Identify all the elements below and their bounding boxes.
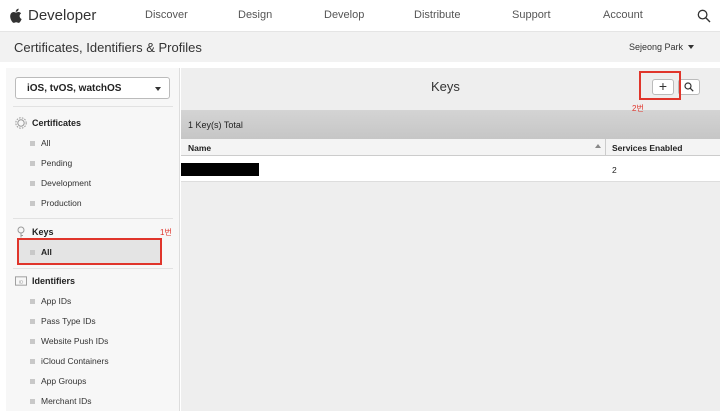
annotation-box-step1	[17, 238, 162, 265]
page-header: Certificates, Identifiers & Profiles Sej…	[0, 32, 720, 62]
table-row[interactable]: 2	[181, 156, 720, 182]
bullet	[30, 298, 35, 304]
user-name: Sejeong Park	[629, 42, 684, 52]
bullet	[30, 378, 35, 384]
sidebar-item-pending[interactable]: Pending	[30, 158, 72, 168]
sidebar-item-production[interactable]: Production	[30, 198, 82, 208]
page-title: Certificates, Identifiers & Profiles	[14, 40, 202, 55]
chevron-down-icon	[688, 45, 695, 49]
sidebar-item-label: Merchant IDs	[41, 396, 92, 406]
bullet	[30, 338, 35, 344]
bullet	[30, 180, 35, 186]
column-header-name[interactable]: Name	[188, 143, 211, 153]
redacted-key-name	[181, 163, 259, 176]
annotation-box-step2	[639, 71, 681, 100]
nav-support[interactable]: Support	[512, 9, 551, 21]
nav-discover[interactable]: Discover	[145, 9, 188, 21]
brand[interactable]: Developer	[9, 7, 96, 24]
section-certificates: Certificates	[15, 117, 81, 129]
platform-select[interactable]: iOS, tvOS, watchOS	[15, 77, 170, 99]
divider	[13, 218, 173, 219]
sidebar-item-label: Production	[41, 198, 82, 208]
chevron-down-icon	[155, 87, 161, 91]
svg-text:ID: ID	[19, 279, 24, 284]
bullet	[30, 398, 35, 404]
bullet	[30, 318, 35, 324]
sidebar-item-certificates-all[interactable]: All	[30, 138, 50, 148]
user-menu[interactable]: Sejeong Park	[629, 42, 695, 52]
section-keys: Keys	[15, 226, 54, 238]
bullet	[30, 140, 35, 146]
brand-name: Developer	[28, 7, 97, 24]
section-label: Identifiers	[32, 276, 76, 286]
sidebar-item-app-ids[interactable]: App IDs	[30, 296, 71, 306]
column-header-services[interactable]: Services Enabled	[612, 143, 682, 153]
sort-up-icon[interactable]	[595, 144, 601, 148]
search-icon	[684, 82, 694, 92]
sidebar-item-merchant-ids[interactable]: Merchant IDs	[30, 396, 92, 406]
bullet	[30, 160, 35, 166]
section-label: Certificates	[32, 118, 82, 128]
section-identifiers: ID Identifiers	[15, 275, 75, 287]
sidebar-item-pass-type-ids[interactable]: Pass Type IDs	[30, 316, 96, 326]
sidebar-item-label: Development	[41, 178, 92, 188]
nav-design[interactable]: Design	[238, 9, 272, 21]
sidebar-item-label: App Groups	[41, 376, 87, 386]
annotation-label-step2: 2번	[632, 104, 644, 113]
section-label: Keys	[32, 227, 54, 237]
nav-distribute[interactable]: Distribute	[414, 9, 460, 21]
main-title: Keys	[431, 79, 460, 94]
apple-logo-icon	[10, 8, 22, 23]
platform-select-value: iOS, tvOS, watchOS	[27, 83, 122, 94]
search-button[interactable]	[678, 79, 700, 95]
global-nav: Developer Discover Design Develop Distri…	[0, 0, 720, 32]
search-icon[interactable]	[697, 9, 711, 23]
key-icon	[15, 226, 27, 238]
services-enabled-cell: 2	[612, 165, 617, 175]
nav-develop[interactable]: Develop	[324, 9, 364, 21]
summary-bar: 1 Key(s) Total	[181, 110, 720, 139]
main-panel: Keys + 1 Key(s) Total Name Services Enab…	[181, 68, 720, 411]
sidebar-item-app-groups[interactable]: App Groups	[30, 376, 86, 386]
column-divider	[605, 139, 606, 156]
sidebar-item-website-push-ids[interactable]: Website Push IDs	[30, 336, 108, 346]
divider	[13, 106, 173, 107]
sidebar-item-label: App IDs	[41, 296, 72, 306]
table-header: Name Services Enabled	[181, 139, 720, 156]
gear-icon	[15, 117, 27, 129]
nav-account[interactable]: Account	[603, 9, 643, 21]
annotation-label-step1: 1번	[160, 228, 172, 237]
sidebar-item-label: Pending	[41, 158, 73, 168]
keys-table: Name Services Enabled 2	[181, 139, 720, 182]
bullet	[30, 358, 35, 364]
sidebar-item-label: All	[41, 138, 51, 148]
id-icon: ID	[15, 275, 27, 287]
bullet	[30, 200, 35, 206]
sidebar-item-label: iCloud Containers	[41, 356, 109, 366]
divider	[13, 268, 173, 269]
sidebar-item-icloud-containers[interactable]: iCloud Containers	[30, 356, 109, 366]
sidebar-item-development[interactable]: Development	[30, 178, 91, 188]
sidebar-item-label: Website Push IDs	[41, 336, 109, 346]
sidebar-item-label: Pass Type IDs	[41, 316, 96, 326]
